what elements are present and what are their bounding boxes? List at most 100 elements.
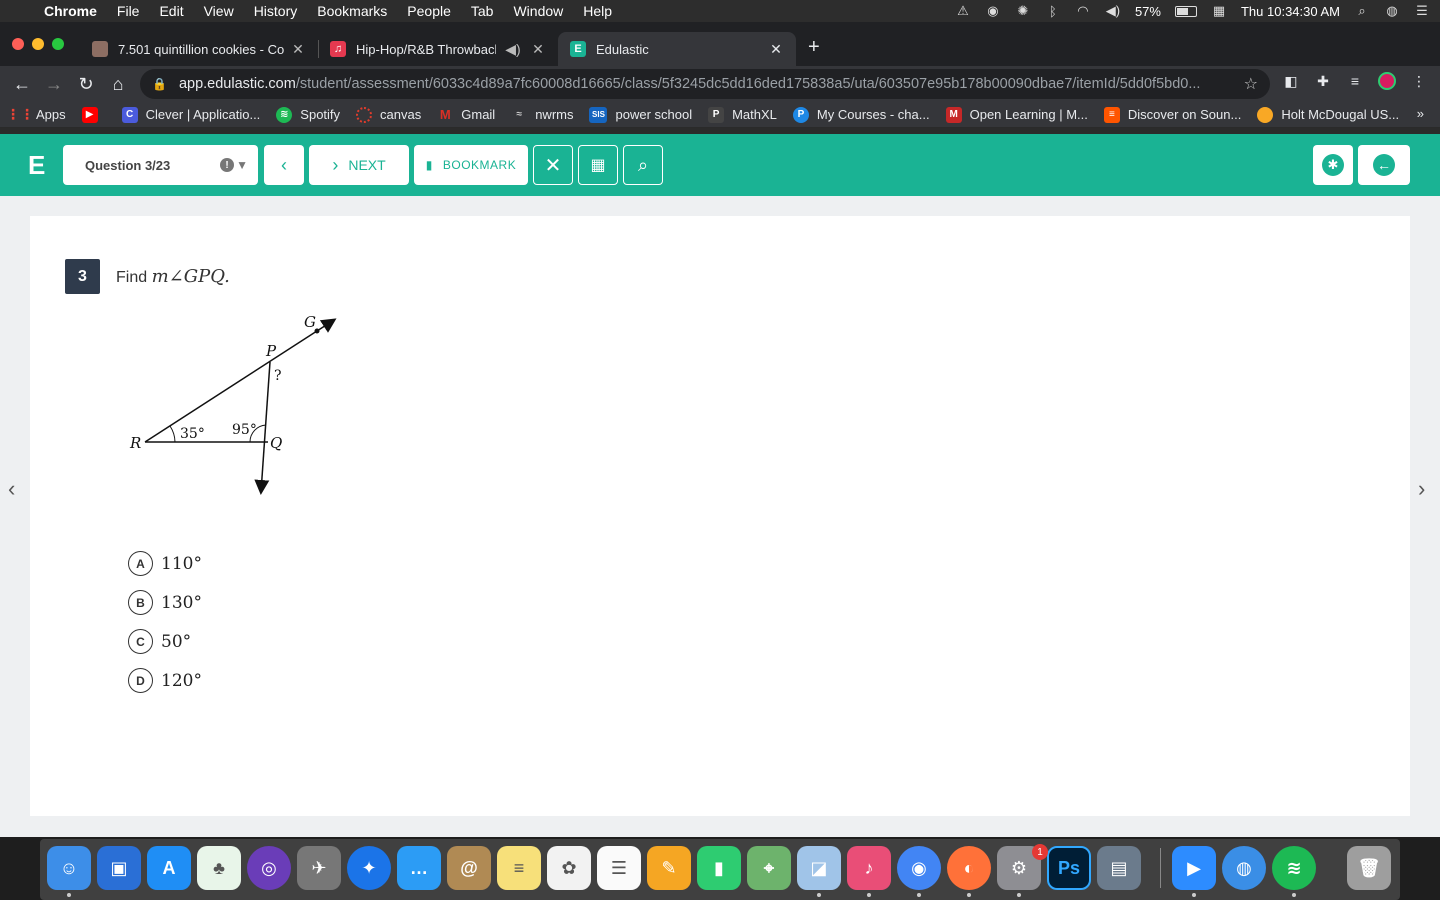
choice-value[interactable]: 110° <box>161 554 202 574</box>
bookmark-nwrms[interactable]: ≈ nwrms <box>511 107 573 123</box>
next-button[interactable]: › NEXT <box>309 145 409 185</box>
chrome-icon[interactable]: ◉ <box>897 846 941 890</box>
tab-cookie-clicker[interactable]: 7.501 quintillion cookies - Cook ✕ <box>80 32 318 66</box>
choice-b[interactable]: B 130° <box>128 590 202 615</box>
bookmark-open-learning[interactable]: M Open Learning | M... <box>945 106 1088 123</box>
home-icon[interactable]: ⌂ <box>102 70 134 98</box>
close-icon[interactable]: ✕ <box>530 41 546 58</box>
menu-window[interactable]: Window <box>513 3 563 19</box>
battery-icon[interactable] <box>1174 5 1197 17</box>
zoom-tool-button[interactable]: ⌕ <box>623 145 663 185</box>
choice-value[interactable]: 130° <box>161 593 202 613</box>
close-icon[interactable]: ✕ <box>290 41 306 58</box>
menu-people[interactable]: People <box>407 3 451 19</box>
finder-icon[interactable]: ☺ <box>47 846 91 890</box>
menu-view[interactable]: View <box>204 3 234 19</box>
menu-help[interactable]: Help <box>583 3 612 19</box>
lock-icon[interactable]: 🔒 <box>152 77 167 91</box>
forward-icon[interactable]: → <box>38 70 70 98</box>
calendar-icon[interactable]: ▦ <box>1211 3 1227 18</box>
chevron-left-icon[interactable]: ‹ <box>8 476 15 502</box>
extension-icon[interactable]: ◧ <box>1280 70 1302 92</box>
photos-icon[interactable]: ✿ <box>547 846 591 890</box>
speaker-muted-icon[interactable]: ◀) <box>502 41 524 58</box>
photoshop-icon[interactable]: Ps <box>1047 846 1091 890</box>
chevron-right-icon[interactable]: › <box>1418 476 1425 502</box>
menu-kebab-icon[interactable]: ⋮ <box>1408 70 1430 92</box>
address-bar[interactable]: 🔒 app.edulastic.com/student/assessment/6… <box>140 69 1270 99</box>
clock[interactable]: Thu 10:34:30 AM <box>1241 4 1340 19</box>
bluetooth-icon[interactable]: ᛒ <box>1045 4 1061 19</box>
bookmark-spotify[interactable]: ≋ Spotify <box>276 106 340 123</box>
choice-c[interactable]: C 50° <box>128 629 191 654</box>
bookmark-gmail[interactable]: M Gmail <box>437 107 495 123</box>
pages-icon[interactable]: ✎ <box>647 846 691 890</box>
school-app-icon[interactable]: ♣ <box>197 846 241 890</box>
safari-icon[interactable]: ✦ <box>347 846 391 890</box>
network-utility-icon[interactable]: ◍ <box>1222 846 1266 890</box>
accessibility-button[interactable]: ✱ <box>1313 145 1353 185</box>
new-tab-button[interactable]: + <box>808 36 820 59</box>
media-control-icon[interactable]: ≡ <box>1344 70 1366 92</box>
menu-file[interactable]: File <box>117 3 140 19</box>
wifi-icon[interactable]: ◠ <box>1075 3 1091 18</box>
messages-icon[interactable]: … <box>397 846 441 890</box>
choice-letter[interactable]: A <box>128 551 153 576</box>
previous-button[interactable]: ‹ <box>264 145 304 185</box>
volume-icon[interactable]: ◀) <box>1105 3 1121 18</box>
menu-tab[interactable]: Tab <box>471 3 494 19</box>
bookmark-mathxl[interactable]: P MathXL <box>708 106 777 123</box>
siri-icon[interactable]: ◎ <box>247 846 291 890</box>
bookmark-button[interactable]: ▮ BOOKMARK <box>414 145 528 185</box>
url-text[interactable]: app.edulastic.com/student/assessment/603… <box>179 76 1244 92</box>
choice-value[interactable]: 120° <box>161 671 202 691</box>
siri-icon[interactable]: ◍ <box>1384 3 1400 18</box>
firefox-icon[interactable]: ◐ <box>947 846 991 890</box>
exit-button[interactable]: ← <box>1358 145 1410 185</box>
warning-icon[interactable]: ⚠ <box>955 3 971 18</box>
launchpad-icon[interactable]: ✈ <box>297 846 341 890</box>
close-icon[interactable]: ✕ <box>768 41 784 58</box>
tab-edulastic[interactable]: E Edulastic ✕ <box>558 32 796 66</box>
bookmark-youtube[interactable]: ▶ <box>81 106 106 123</box>
choice-value[interactable]: 50° <box>161 632 191 652</box>
maps-icon[interactable]: ⌖ <box>747 846 791 890</box>
bookmark-canvas[interactable]: canvas <box>356 106 421 123</box>
crossout-tool-button[interactable]: ✕ <box>533 145 573 185</box>
bookmark-soundcloud[interactable]: ≡ Discover on Soun... <box>1103 106 1241 123</box>
spotlight-icon[interactable]: ⌕ <box>1354 3 1370 18</box>
itunes-icon[interactable]: ♪ <box>847 846 891 890</box>
bookmark-clever[interactable]: C Clever | Applicatio... <box>121 106 260 123</box>
bookmark-power-school[interactable]: SIS power school <box>589 106 692 123</box>
choice-d[interactable]: D 120° <box>128 668 202 693</box>
zoom-icon[interactable]: ▶ <box>1172 846 1216 890</box>
reload-icon[interactable]: ↻ <box>70 70 102 98</box>
contacts-icon[interactable]: @ <box>447 846 491 890</box>
app-store-icon[interactable]: A <box>147 846 191 890</box>
spotify-icon[interactable]: ≋ <box>1272 846 1316 890</box>
notes-icon[interactable]: ≡ <box>497 846 541 890</box>
image-capture-icon[interactable]: ▤ <box>1097 846 1141 890</box>
bookmark-holt-mcdougal[interactable]: Holt McDougal US... <box>1257 106 1399 123</box>
choice-letter[interactable]: C <box>128 629 153 654</box>
trash-icon[interactable]: 🗑 <box>1347 846 1391 890</box>
choice-letter[interactable]: B <box>128 590 153 615</box>
question-select[interactable]: Question 3/23 ! ▼ <box>63 145 258 185</box>
numbers-icon[interactable]: ▮ <box>697 846 741 890</box>
menu-bookmarks[interactable]: Bookmarks <box>317 3 387 19</box>
puzzle-icon[interactable]: ✚ <box>1312 70 1334 92</box>
reminders-icon[interactable]: ☰ <box>597 846 641 890</box>
keynote-icon[interactable]: ▣ <box>97 846 141 890</box>
sync-icon[interactable]: ✺ <box>1015 3 1031 18</box>
back-icon[interactable]: ← <box>6 70 38 98</box>
choice-letter[interactable]: D <box>128 668 153 693</box>
notification-center-icon[interactable]: ☰ <box>1414 3 1430 18</box>
preview-icon[interactable]: ◪ <box>797 846 841 890</box>
menu-history[interactable]: History <box>254 3 298 19</box>
menu-app-name[interactable]: Chrome <box>44 3 97 19</box>
close-window-button[interactable] <box>12 38 24 50</box>
more-bookmarks-icon[interactable]: » <box>1417 106 1424 121</box>
menu-edit[interactable]: Edit <box>159 3 183 19</box>
profile-avatar-icon[interactable] <box>1376 70 1398 92</box>
bookmark-star-icon[interactable]: ☆ <box>1244 74 1258 94</box>
